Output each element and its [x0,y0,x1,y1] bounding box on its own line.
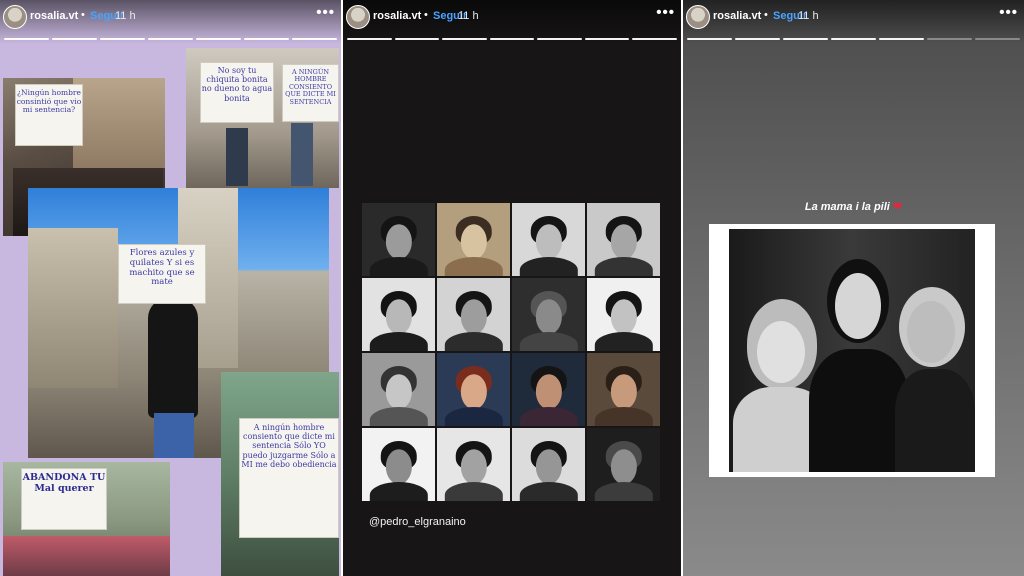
story-header: rosalia.vt • Seguir 11 h ••• [683,0,1024,44]
protest-photo-march: ABANDONA TU Mal querer [3,462,170,576]
progress-segment [292,38,337,40]
portrait-photo [362,353,435,426]
progress-segment [394,38,440,40]
avatar[interactable] [346,5,370,29]
timestamp: 11 h [115,10,136,22]
progress-segment [975,38,1020,40]
progress-segment [100,38,145,40]
progress-segment [927,38,972,40]
heart-icon: ❤ [892,201,903,213]
protest-sign: A ningún hombre consiento que dicte mi s… [239,418,339,538]
portrait-photo [437,428,510,501]
bw-group-photo [729,229,975,472]
portrait-photo [512,278,585,351]
progress-segment [687,38,732,40]
protest-photo-girl-sign: A ningún hombre consiento que dicte mi s… [221,372,339,576]
separator-dot: • [764,9,768,21]
separator-dot: • [424,9,428,21]
avatar[interactable] [3,5,27,29]
more-options-icon[interactable]: ••• [999,4,1018,21]
more-options-icon[interactable]: ••• [316,4,335,21]
portrait-photo [362,278,435,351]
timestamp: 11 h [458,10,479,22]
protest-sign: ¿Ningún hombre consintió que vio mi sent… [15,84,83,146]
progress-segment [4,38,49,40]
story-caption: La mama i la pili ❤ [683,200,1024,213]
username[interactable]: rosalia.vt [30,10,78,22]
portrait-collage-grid [362,203,660,501]
story-panel-family-photo[interactable]: rosalia.vt • Seguir 11 h ••• La mama i l… [683,0,1024,576]
separator-dot: • [81,9,85,21]
portrait-photo [512,353,585,426]
story-progress-bar [4,38,337,40]
photo-frame [709,224,995,477]
protest-sign: Flores azules y quilates Y si es machito… [118,244,206,304]
portrait-photo [512,428,585,501]
story-progress-bar [347,38,678,40]
username[interactable]: rosalia.vt [373,10,421,22]
protest-sign: A NINGÚN HOMBRE CONSIENTO QUE DICTE MI S… [282,64,339,122]
story-progress-bar [687,38,1020,40]
mention-tag[interactable]: @pedro_elgranaino [369,516,466,528]
portrait-photo [587,353,660,426]
progress-segment [489,38,535,40]
story-header: rosalia.vt • Seguir 11 h ••• [343,0,681,44]
progress-segment [879,38,924,40]
progress-segment [584,38,630,40]
protest-sign: ABANDONA TU Mal querer [21,468,107,530]
timestamp: 11 h [798,10,819,22]
username[interactable]: rosalia.vt [713,10,761,22]
progress-segment [244,38,289,40]
more-options-icon[interactable]: ••• [656,4,675,21]
progress-segment [442,38,487,40]
story-panel-protest[interactable]: rosalia.vt • Seguir 11 h ••• ¿Ningún hom… [0,0,341,576]
progress-segment [148,38,193,40]
story-header: rosalia.vt • Seguir 11 h ••• [0,0,341,44]
portrait-photo [587,278,660,351]
story-panel-collage[interactable]: rosalia.vt • Seguir 11 h ••• @pedro_elgr… [343,0,681,576]
portrait-photo [437,353,510,426]
portrait-photo [362,428,435,501]
progress-segment [831,38,876,40]
avatar[interactable] [686,5,710,29]
protest-sign: No soy tu chiquita bonita no dueno to ag… [200,62,274,123]
portrait-photo [437,203,510,276]
portrait-photo [437,278,510,351]
portrait-photo [512,203,585,276]
portrait-photo [587,428,660,501]
progress-segment [735,38,780,40]
progress-segment [537,38,582,40]
progress-segment [347,38,392,40]
progress-segment [196,38,241,40]
protest-photo-signs: No soy tu chiquita bonita no dueno to ag… [186,48,339,188]
portrait-photo [362,203,435,276]
progress-segment [783,38,828,40]
progress-segment [52,38,97,40]
portrait-photo [587,203,660,276]
caption-text: La mama i la pili [804,201,890,213]
progress-segment [632,38,678,40]
